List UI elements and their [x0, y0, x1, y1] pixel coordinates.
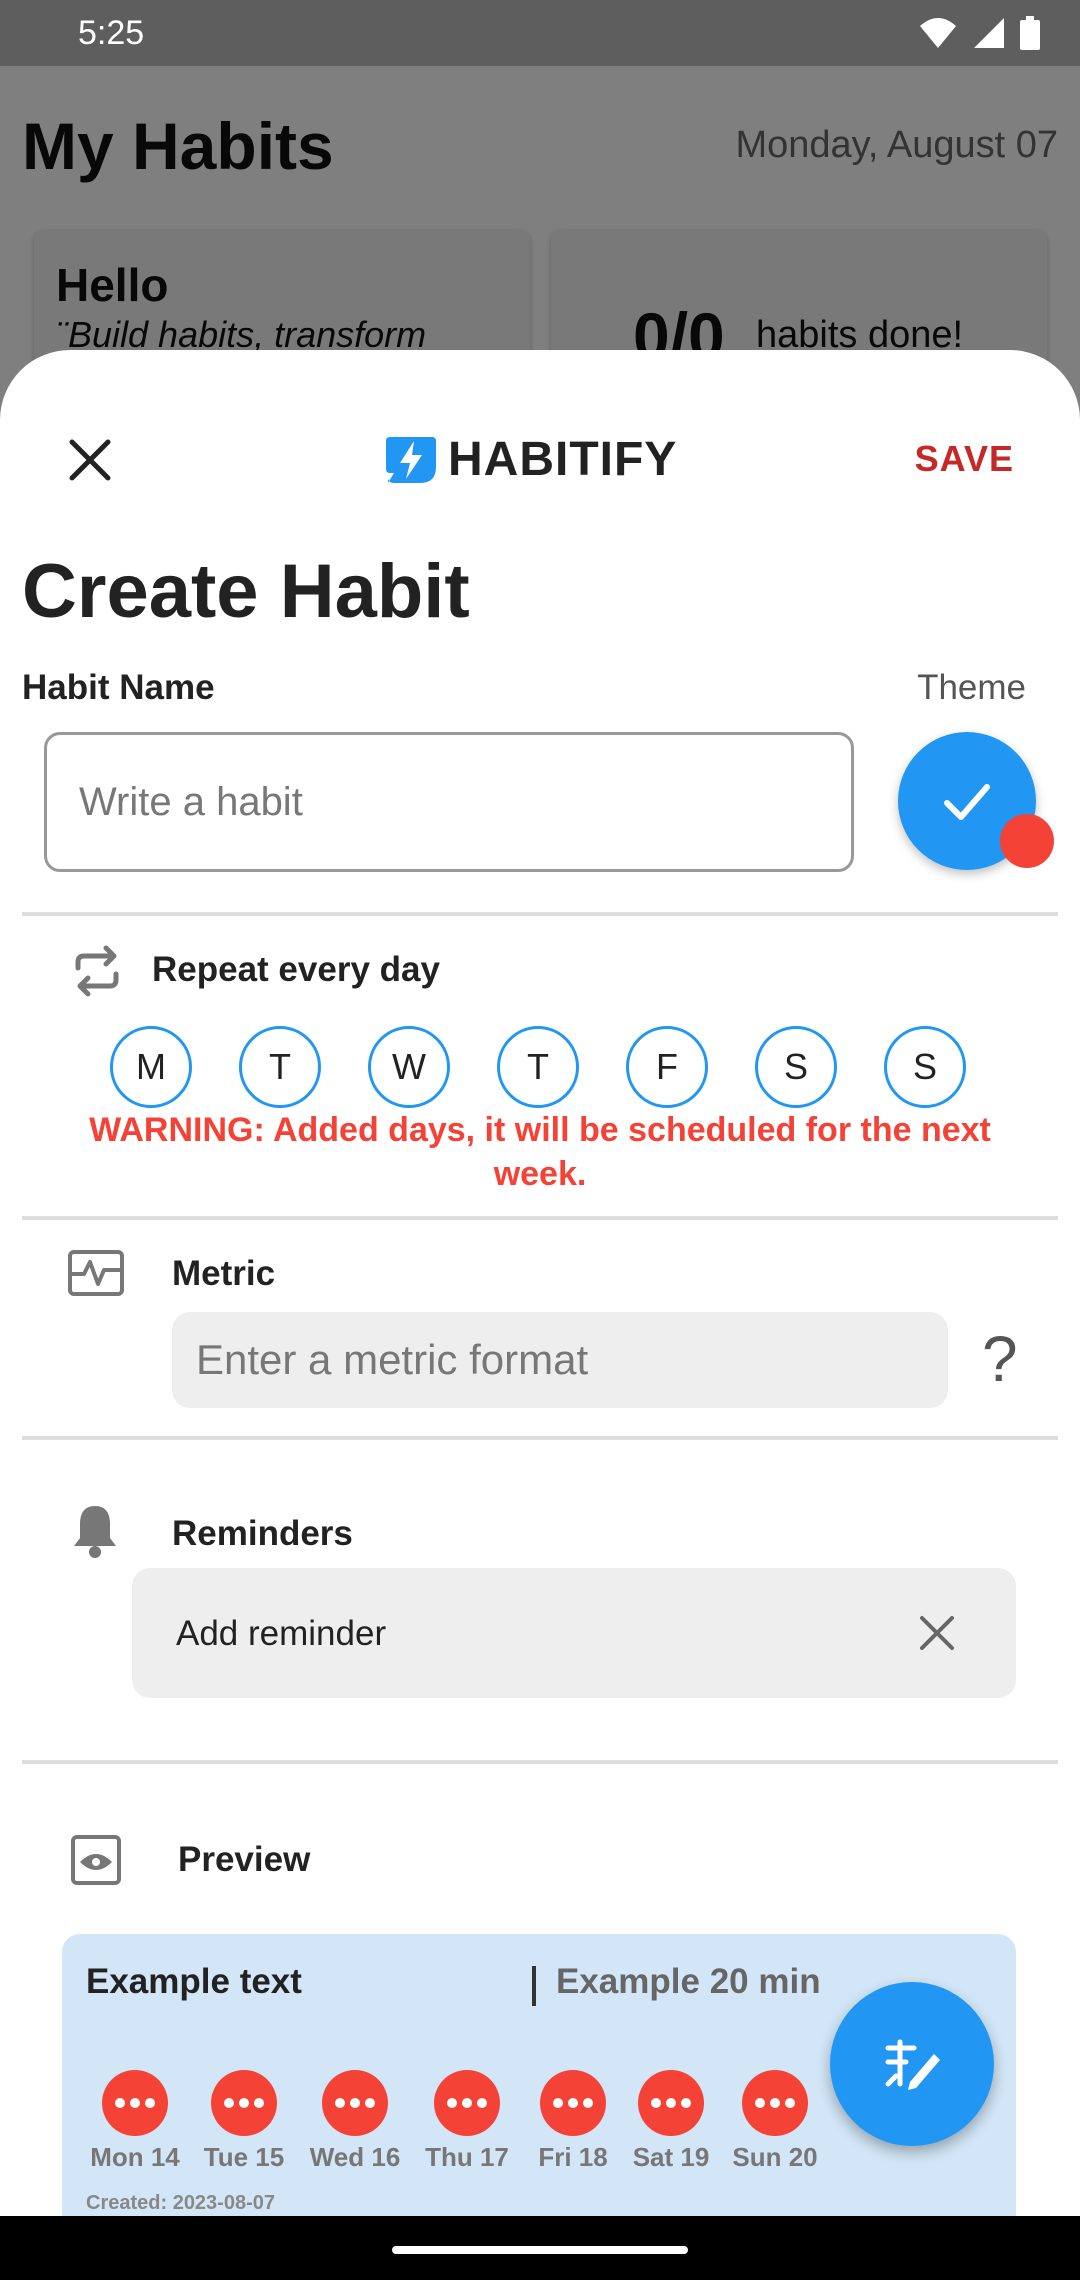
preview-day-label: Thu 17: [425, 2142, 509, 2172]
add-reminder-label: Add reminder: [176, 1614, 387, 1653]
save-button[interactable]: SAVE: [915, 438, 1014, 480]
preview-day-label: Mon 14: [90, 2142, 180, 2172]
home-gesture-handle[interactable]: [392, 2246, 688, 2254]
preview-duration: Example 20 min: [556, 1962, 821, 2001]
edit-icon: [885, 2039, 940, 2090]
divider: [22, 1216, 1058, 1220]
preview-day-label: Tue 15: [203, 2142, 285, 2172]
metric-icon: [68, 1250, 124, 1296]
preview-days: Mon 14 Tue 15 Wed 16 Thu 17 Fri 18 Sat 1…: [82, 2070, 830, 2173]
preview-day: Fri 18: [524, 2070, 622, 2173]
preview-day-label: Wed 16: [309, 2142, 401, 2172]
day-toggle-wed[interactable]: W: [368, 1026, 450, 1108]
more-icon: [742, 2070, 808, 2136]
more-icon: [211, 2070, 277, 2136]
schedule-warning: WARNING: Added days, it will be schedule…: [89, 1111, 991, 1193]
page-title: Create Habit: [22, 549, 470, 634]
status-bar: 5:25: [0, 0, 1080, 66]
theme-picker-button[interactable]: [898, 732, 1054, 870]
status-icons: [918, 16, 1040, 50]
preview-day: Wed 16: [300, 2070, 410, 2173]
preview-separator: [532, 1966, 536, 2006]
metric-help-button[interactable]: ?: [982, 1322, 1018, 1396]
preview-day-label: Sun 20: [732, 2142, 818, 2172]
more-icon: [102, 2070, 168, 2136]
close-icon: [920, 1616, 954, 1650]
preview-created-date: Created: 2023-08-07: [86, 2192, 275, 2214]
close-button[interactable]: [60, 430, 120, 490]
reminders-label: Reminders: [172, 1514, 353, 1553]
more-icon: [434, 2070, 500, 2136]
add-reminder-row[interactable]: Add reminder: [132, 1568, 1016, 1698]
day-toggle-mon[interactable]: M: [110, 1026, 192, 1108]
divider: [22, 1760, 1058, 1764]
close-icon: [69, 439, 111, 481]
preview-day: Sat 19: [622, 2070, 720, 2173]
preview-day: Mon 14: [82, 2070, 188, 2173]
habit-name-label: Habit Name: [22, 668, 215, 707]
divider: [22, 912, 1058, 916]
divider: [22, 1436, 1058, 1440]
brand-name: HABITIFY: [448, 433, 678, 486]
more-icon: [540, 2070, 606, 2136]
day-toggle-fri[interactable]: F: [626, 1026, 708, 1108]
repeat-icon: [75, 945, 119, 997]
bell-icon: [74, 1506, 116, 1558]
day-toggle-sun[interactable]: S: [884, 1026, 966, 1108]
check-icon: [944, 784, 990, 820]
preview-habit-text: Example text: [86, 1962, 302, 2001]
preview-day: Thu 17: [410, 2070, 524, 2173]
preview-label: Preview: [178, 1840, 311, 1879]
edit-preview-fab[interactable]: [830, 1982, 994, 2146]
create-habit-sheet: HABITIFY SAVE Create Habit Habit Name Th…: [0, 350, 1080, 2216]
preview-day-label: Fri 18: [538, 2142, 608, 2172]
more-icon: [322, 2070, 388, 2136]
more-icon: [638, 2070, 704, 2136]
theme-label: Theme: [917, 668, 1026, 707]
day-toggle-sat[interactable]: S: [755, 1026, 837, 1108]
brand-logo: HABITIFY: [384, 432, 677, 487]
preview-day-label: Sat 19: [632, 2142, 710, 2172]
wifi-icon: [920, 18, 956, 48]
reminder-clear-button[interactable]: [912, 1608, 962, 1658]
habit-name-input[interactable]: Write a habit: [44, 732, 854, 872]
preview-day: Sun 20: [720, 2070, 830, 2173]
theme-color-badge: [1000, 814, 1054, 868]
status-time: 5:25: [78, 14, 145, 52]
day-toggle-tue[interactable]: T: [239, 1026, 321, 1108]
bolt-logo-icon: [386, 436, 436, 483]
signal-icon: [974, 18, 1004, 48]
repeat-label: Repeat every day: [152, 950, 440, 989]
preview-day: Tue 15: [188, 2070, 300, 2173]
navigation-bar: [0, 2216, 1080, 2280]
metric-label: Metric: [172, 1254, 276, 1293]
metric-input[interactable]: Enter a metric format: [172, 1312, 948, 1408]
preview-icon: [71, 1835, 121, 1885]
battery-icon: [1020, 16, 1040, 50]
day-selector: M T W T F S S: [110, 1026, 966, 1108]
day-toggle-thu[interactable]: T: [497, 1026, 579, 1108]
